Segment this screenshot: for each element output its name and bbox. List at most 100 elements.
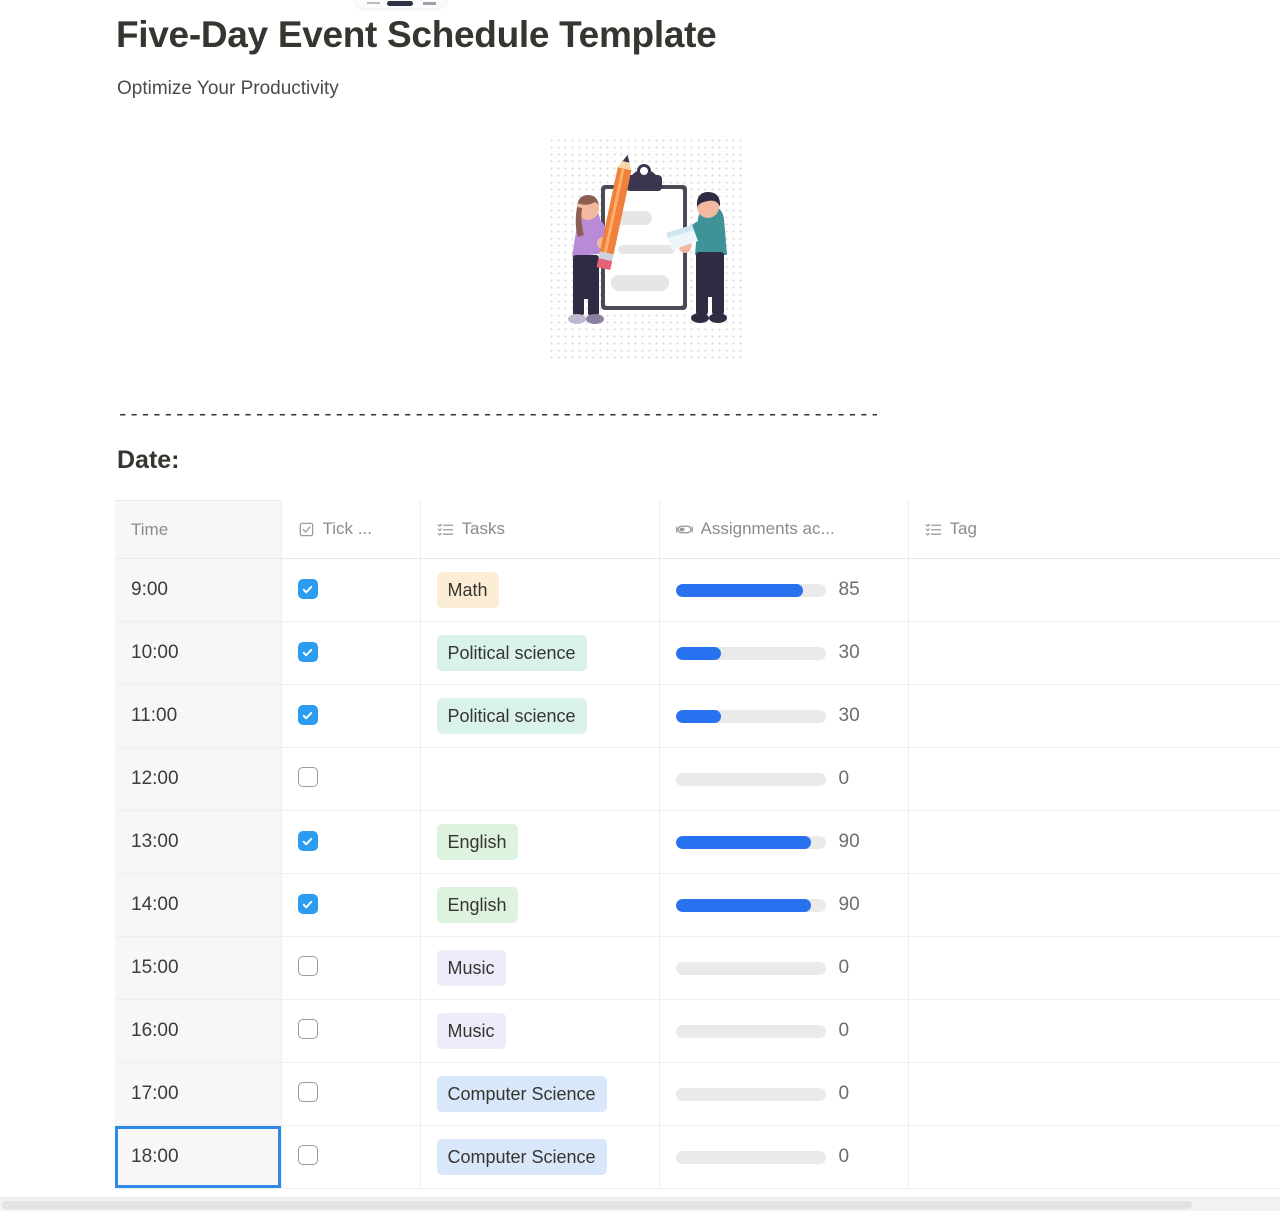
cell-time[interactable]: 14:00: [115, 873, 282, 937]
progress-bar-track: [675, 646, 826, 660]
table-row: 17:00 Computer Science 0: [115, 1062, 1280, 1126]
column-header-tag-label: Tag: [949, 519, 977, 539]
checkbox-unchecked-icon[interactable]: [297, 1081, 318, 1102]
table-body: 9:00 Math 85 10:00 Political science 30 11:00 P…: [115, 558, 1280, 1189]
cell-tag[interactable]: [908, 936, 1280, 1000]
checkbox-unchecked-icon[interactable]: [297, 1018, 318, 1039]
cell-tag[interactable]: [908, 1062, 1280, 1126]
cell-tick[interactable]: [281, 1062, 421, 1126]
task-tag: Computer Science: [436, 1076, 607, 1112]
cell-tick[interactable]: [281, 684, 421, 748]
progress-value: 0: [838, 1146, 850, 1167]
progress-value: 90: [838, 894, 860, 915]
progress-bar-track: [675, 1087, 826, 1101]
checkbox-checked-icon[interactable]: [297, 894, 318, 915]
cell-tick[interactable]: [281, 558, 421, 622]
cell-tick[interactable]: [281, 873, 421, 937]
cell-tag[interactable]: [908, 1125, 1280, 1189]
progress-bar-track: [675, 898, 826, 912]
column-header-assignments[interactable]: Assignments ac...: [659, 500, 909, 559]
cell-tick[interactable]: [281, 747, 421, 811]
checkbox-unchecked-icon[interactable]: [297, 955, 318, 976]
cell-task[interactable]: Political science: [420, 684, 660, 748]
column-header-tasks[interactable]: Tasks: [420, 500, 660, 559]
cell-time[interactable]: 10:00: [115, 621, 282, 685]
cell-assignments-accomplished[interactable]: 30: [659, 621, 909, 685]
cell-assignments-accomplished[interactable]: 30: [659, 684, 909, 748]
cell-tick[interactable]: [281, 999, 421, 1063]
cell-time[interactable]: 18:00: [115, 1125, 282, 1189]
cell-task[interactable]: English: [420, 810, 660, 874]
cell-assignments-accomplished[interactable]: 85: [659, 558, 909, 622]
cell-task[interactable]: Music: [420, 936, 660, 1000]
cell-time[interactable]: 15:00: [115, 936, 282, 1000]
cell-task[interactable]: English: [420, 873, 660, 937]
cell-task[interactable]: Music: [420, 999, 660, 1063]
horizontal-scrollbar[interactable]: [0, 1197, 1280, 1211]
cell-tick[interactable]: [281, 810, 421, 874]
cell-task[interactable]: Math: [420, 558, 660, 622]
cell-task[interactable]: Computer Science: [420, 1062, 660, 1126]
cell-assignments-accomplished[interactable]: 0: [659, 1125, 909, 1189]
cell-tag[interactable]: [908, 999, 1280, 1063]
cell-assignments-accomplished[interactable]: 0: [659, 999, 909, 1063]
cell-time[interactable]: 17:00: [115, 1062, 282, 1126]
progress-value: 30: [838, 705, 860, 726]
cell-task[interactable]: Computer Science: [420, 1125, 660, 1189]
task-tag: Music: [436, 1013, 506, 1049]
checkbox-checked-icon[interactable]: [297, 831, 318, 852]
cell-tag[interactable]: [908, 621, 1280, 685]
task-tag: Music: [436, 950, 506, 986]
cell-task[interactable]: Political science: [420, 621, 660, 685]
table-header-row: Time Tick ... Tasks Assignments ac... Ta…: [115, 500, 1280, 559]
checkbox-unchecked-icon[interactable]: [297, 766, 318, 787]
checkbox-unchecked-icon[interactable]: [297, 1144, 318, 1165]
column-header-tag[interactable]: Tag: [908, 500, 1280, 559]
progress-bar-track: [675, 1024, 826, 1038]
cell-tag[interactable]: [908, 558, 1280, 622]
progress-bar-track: [675, 772, 826, 786]
cell-tag[interactable]: [908, 747, 1280, 811]
cell-time[interactable]: 13:00: [115, 810, 282, 874]
top-floating-toolbar-partial[interactable]: [355, 0, 447, 8]
progress-bar-track: [675, 709, 826, 723]
horizontal-scrollbar-thumb[interactable]: [2, 1201, 1192, 1209]
cell-tag[interactable]: [908, 684, 1280, 748]
cell-tick[interactable]: [281, 1125, 421, 1189]
table-row: 10:00 Political science 30: [115, 621, 1280, 685]
cell-assignments-accomplished[interactable]: 90: [659, 810, 909, 874]
cell-time[interactable]: 9:00: [115, 558, 282, 622]
table-row: 15:00 Music 0: [115, 936, 1280, 1000]
cell-time[interactable]: 16:00: [115, 999, 282, 1063]
checkbox-checked-icon[interactable]: [297, 579, 318, 600]
column-header-time[interactable]: Time: [115, 500, 282, 559]
table-row: 12:00 0: [115, 747, 1280, 811]
cell-tag[interactable]: [908, 873, 1280, 937]
progress-icon: [675, 521, 693, 538]
cell-time[interactable]: 12:00: [115, 747, 282, 811]
checkbox-checked-icon[interactable]: [297, 642, 318, 663]
schedule-table: Time Tick ... Tasks Assignments ac... Ta…: [115, 500, 1280, 1189]
page-subtitle: Optimize Your Productivity: [117, 78, 339, 99]
progress-value: 0: [838, 1083, 850, 1104]
cell-tick[interactable]: [281, 936, 421, 1000]
toolbar-handle: [387, 1, 413, 6]
select-list-icon: [925, 521, 942, 538]
progress-bar-track: [675, 961, 826, 975]
cell-task[interactable]: [420, 747, 660, 811]
cell-assignments-accomplished[interactable]: 0: [659, 747, 909, 811]
progress-bar-track: [675, 1150, 826, 1164]
cell-tick[interactable]: [281, 621, 421, 685]
table-row: 16:00 Music 0: [115, 999, 1280, 1063]
cell-assignments-accomplished[interactable]: 0: [659, 1062, 909, 1126]
progress-bar-fill: [675, 709, 721, 723]
checkbox-checked-icon[interactable]: [297, 705, 318, 726]
cell-time[interactable]: 11:00: [115, 684, 282, 748]
column-header-tasks-label: Tasks: [461, 519, 505, 539]
task-tag: Computer Science: [436, 1139, 607, 1175]
cell-tag[interactable]: [908, 810, 1280, 874]
column-header-tick[interactable]: Tick ...: [281, 500, 421, 559]
cell-assignments-accomplished[interactable]: 90: [659, 873, 909, 937]
cell-assignments-accomplished[interactable]: 0: [659, 936, 909, 1000]
dashed-divider: ----------------------------------------…: [117, 404, 877, 426]
